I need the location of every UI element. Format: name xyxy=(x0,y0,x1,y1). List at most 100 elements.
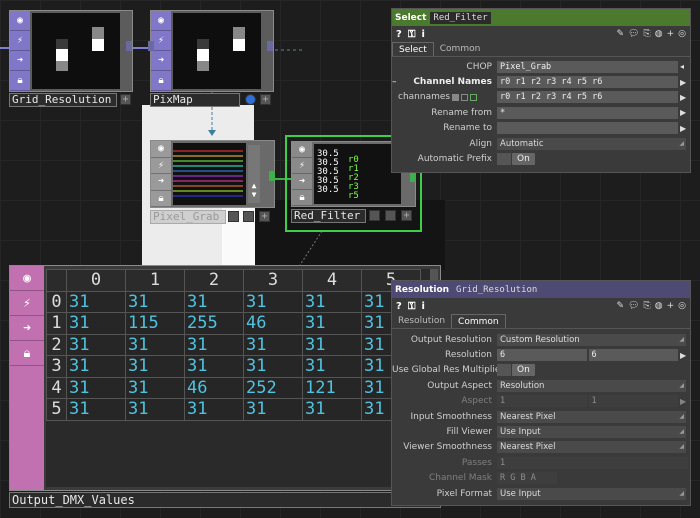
table-cell[interactable]: 31 xyxy=(184,290,244,313)
tab-select[interactable]: Select xyxy=(392,42,434,56)
pixel-grab-node[interactable]: ◉ ⚡ ➜ 🔒︎ ▲ ▼ Pixel_Grab + xyxy=(150,140,275,225)
output-connector[interactable] xyxy=(410,172,416,182)
info-icon[interactable]: i xyxy=(421,29,424,40)
python-icon[interactable]: ⚿ xyxy=(408,301,416,312)
node-name[interactable]: Output_DMX_Values xyxy=(9,492,441,508)
channames-mode-icons[interactable] xyxy=(452,93,497,101)
clone-icon[interactable]: ⎘ xyxy=(644,301,651,311)
node-name[interactable]: Red_Filter xyxy=(291,209,366,223)
table-cell[interactable]: 31 xyxy=(66,333,126,356)
table-cell[interactable]: 31 xyxy=(125,333,185,356)
flag-icon[interactable] xyxy=(228,211,239,222)
tab-common[interactable]: Common xyxy=(434,42,487,56)
viewer-active-icon[interactable]: ◉ xyxy=(10,266,44,291)
output-connector[interactable] xyxy=(126,41,132,51)
rename-from-field[interactable]: * xyxy=(497,106,678,119)
viewer-active-icon[interactable]: ◉ xyxy=(292,142,312,158)
channames-field[interactable]: r0 r1 r2 r3 r4 r5 r6 xyxy=(497,91,678,104)
table-cell[interactable]: 31 xyxy=(125,398,185,421)
table-cell[interactable]: 46 xyxy=(184,376,244,399)
plus-icon[interactable]: + xyxy=(120,94,131,105)
play-icon[interactable]: ▶ xyxy=(680,93,690,102)
pixel-format-menu[interactable]: Use Input xyxy=(497,487,686,500)
table-cell[interactable]: 31 xyxy=(66,355,126,378)
input-smoothness-menu[interactable]: Nearest Pixel xyxy=(497,410,686,423)
table-cell[interactable]: 31 xyxy=(125,355,185,378)
table-cell[interactable]: 31 xyxy=(243,333,303,356)
chop-field[interactable]: Pixel_Grab xyxy=(497,60,678,73)
table-cell[interactable]: 121 xyxy=(302,376,362,399)
table-cell[interactable]: 31 xyxy=(243,355,303,378)
table-cell[interactable]: 252 xyxy=(243,376,303,399)
display-flag-icon[interactable]: ➜ xyxy=(151,51,171,71)
viewer-active-icon[interactable]: ◉ xyxy=(151,11,171,31)
node-name[interactable]: Grid_Resolution xyxy=(9,93,117,107)
play-icon[interactable]: ▶ xyxy=(680,351,690,360)
output-connector[interactable] xyxy=(269,171,275,181)
table-cell[interactable]: 31 xyxy=(125,290,185,313)
aspect-field-b[interactable]: 1 xyxy=(588,395,678,408)
align-menu[interactable]: Automatic xyxy=(497,137,686,150)
global-res-toggle[interactable]: On xyxy=(512,364,535,377)
tab-resolution[interactable]: Resolution xyxy=(392,314,451,328)
viewer-flag-icon[interactable] xyxy=(385,210,396,221)
bypass-icon[interactable]: ⚡ xyxy=(10,291,44,316)
target-icon[interactable]: ◎ xyxy=(678,29,686,39)
browse-icon[interactable]: ◂ xyxy=(680,62,690,71)
table-cell[interactable]: 31 xyxy=(125,376,185,399)
table-cell[interactable]: 31 xyxy=(302,290,362,313)
table-cell[interactable]: 31 xyxy=(66,376,126,399)
plus-icon[interactable]: + xyxy=(259,211,270,222)
edit-icon[interactable]: ✎ xyxy=(617,301,625,311)
plus-icon[interactable]: + xyxy=(260,94,271,105)
input-connector[interactable] xyxy=(148,41,154,51)
collapse-icon[interactable]: – xyxy=(392,77,404,87)
channel-mask-field[interactable]: R G B A xyxy=(497,472,557,485)
help-icon[interactable]: ? xyxy=(396,29,402,40)
resolution-height-field[interactable]: 6 xyxy=(588,349,678,362)
resolution-width-field[interactable]: 6 xyxy=(497,349,587,362)
table-cell[interactable]: 31 xyxy=(302,398,362,421)
tab-common[interactable]: Common xyxy=(451,314,506,328)
table-cell[interactable]: 31 xyxy=(243,290,303,313)
output-connector[interactable] xyxy=(267,41,273,51)
play-icon[interactable]: ▶ xyxy=(680,397,690,406)
play-icon[interactable]: ▶ xyxy=(680,124,690,133)
table-cell[interactable]: 31 xyxy=(66,312,126,335)
rename-to-field[interactable] xyxy=(497,122,678,135)
bypass-icon[interactable]: ⚡ xyxy=(292,158,312,174)
viewer-active-icon[interactable]: ◉ xyxy=(10,11,30,31)
table-cell[interactable]: 115 xyxy=(125,312,185,335)
pixmap-node[interactable]: ◉ ⚡ ➜ 🔒︎ PixMap + xyxy=(148,10,274,107)
display-flag-icon[interactable]: ➜ xyxy=(292,174,312,190)
add-icon[interactable]: + xyxy=(667,301,675,311)
globe-icon[interactable]: ◍ xyxy=(655,301,663,311)
table-cell[interactable]: 31 xyxy=(66,398,126,421)
target-icon[interactable]: ◎ xyxy=(678,301,686,311)
lock-icon[interactable]: 🔒︎ xyxy=(10,71,30,91)
channel-names-field[interactable]: r0 r1 r2 r3 r4 r5 r6 xyxy=(497,76,678,89)
edit-icon[interactable]: ✎ xyxy=(617,29,625,39)
lock-icon[interactable]: 🔒︎ xyxy=(151,71,171,91)
passes-field[interactable]: 1 xyxy=(497,456,688,469)
viewer-active-icon[interactable]: ◉ xyxy=(151,141,171,158)
node-name[interactable]: Pixel_Grab xyxy=(150,210,226,224)
viewer-flag-icon[interactable] xyxy=(243,211,254,222)
table-cell[interactable]: 31 xyxy=(184,355,244,378)
panel-op-name[interactable]: Grid_Resolution xyxy=(453,284,540,296)
automatic-prefix-toggle[interactable]: On xyxy=(512,153,535,166)
table-cell[interactable]: 31 xyxy=(243,398,303,421)
display-flag-icon[interactable]: ➜ xyxy=(151,174,171,191)
add-icon[interactable]: + xyxy=(667,29,675,39)
table-cell[interactable]: 255 xyxy=(184,312,244,335)
grid-resolution-node[interactable]: ◉ ⚡ ➜ 🔒︎ Grid_Resolution + xyxy=(9,10,133,107)
comment-icon[interactable]: 💬︎ xyxy=(628,29,639,39)
help-icon[interactable]: ? xyxy=(396,301,402,312)
comment-icon[interactable]: 💬︎ xyxy=(628,301,639,311)
table-cell[interactable]: 31 xyxy=(184,333,244,356)
display-flag-icon[interactable]: ➜ xyxy=(10,316,44,341)
table-cell[interactable]: 31 xyxy=(184,398,244,421)
lock-icon[interactable]: 🔒︎ xyxy=(10,341,44,366)
clone-icon[interactable]: ⎘ xyxy=(644,29,651,39)
lock-icon[interactable]: 🔒︎ xyxy=(151,191,171,207)
